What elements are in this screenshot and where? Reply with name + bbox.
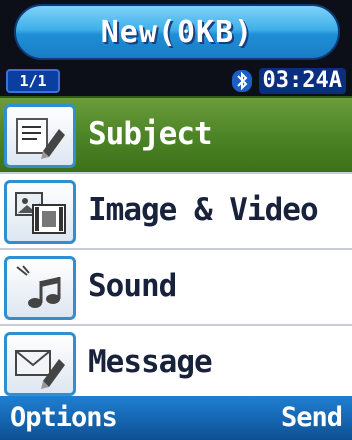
menu-item-label: Message [88,344,213,380]
softkey-bar: Options Send [0,396,352,440]
menu-item-sound[interactable]: Sound [0,248,352,324]
menu-item-subject[interactable]: Subject [0,96,352,172]
title-bar: New(0KB) [14,4,340,60]
screen-title: New(0KB) [100,14,254,50]
compose-menu: Subject Image & Video Sound Message [0,96,352,400]
options-softkey[interactable]: Options [10,402,118,433]
clock: 03:24A [258,68,346,94]
subject-edit-icon [4,104,76,168]
phone-screen: New(0KB) 1/1 03:24A Subject Image & Vide… [0,0,352,440]
page-indicator: 1/1 [6,69,60,93]
menu-item-image-video[interactable]: Image & Video [0,172,352,248]
message-edit-icon [4,332,76,396]
sound-icon [4,256,76,320]
menu-item-label: Subject [88,116,213,152]
bluetooth-icon [231,70,252,92]
menu-item-label: Image & Video [88,192,319,228]
send-softkey[interactable]: Send [281,402,343,433]
menu-item-label: Sound [88,268,177,304]
menu-item-message[interactable]: Message [0,324,352,400]
status-row: 1/1 03:24A [0,64,352,96]
status-indicators: 03:24A [231,68,346,94]
image-video-icon [4,180,76,244]
